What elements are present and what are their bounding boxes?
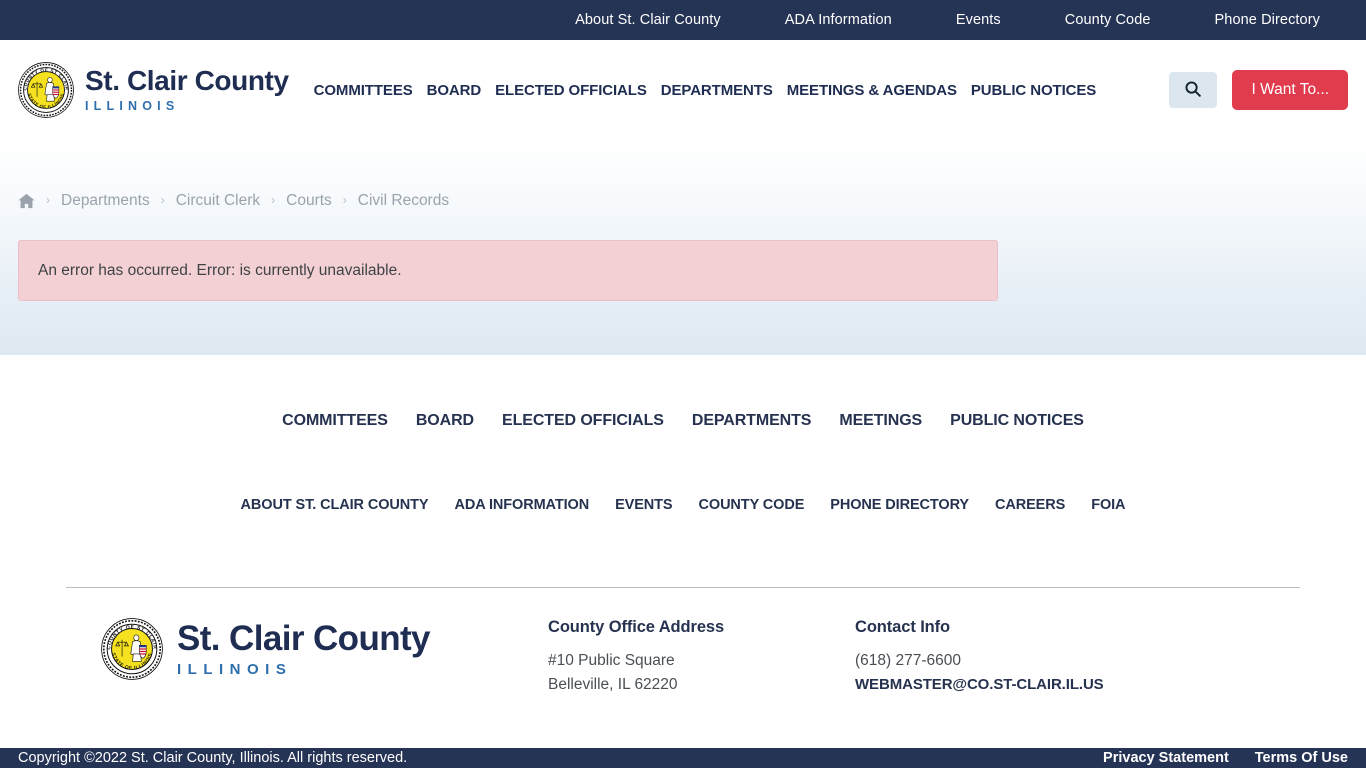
search-icon bbox=[1184, 80, 1202, 101]
footer-nav-departments[interactable]: DEPARTMENTS bbox=[678, 412, 826, 430]
footer-nav-ada[interactable]: ADA INFORMATION bbox=[441, 497, 602, 513]
main-navigation: COMMITTEES BOARD ELECTED OFFICIALS DEPAR… bbox=[307, 82, 1170, 99]
footer-contact-column: Contact Info (618) 277-6600 WEBMASTER@CO… bbox=[855, 618, 1162, 696]
error-alert-message: An error has occurred. Error: is current… bbox=[38, 261, 402, 279]
brand-wordmark: St. Clair County ILLINOIS bbox=[85, 67, 289, 112]
footer-nav-foia[interactable]: FOIA bbox=[1078, 497, 1138, 513]
nav-committees[interactable]: COMMITTEES bbox=[307, 82, 420, 99]
footer-brand-wordmark: St. Clair County ILLINOIS bbox=[177, 619, 431, 678]
i-want-to-button[interactable]: I Want To... bbox=[1232, 70, 1348, 110]
county-seal-icon: COUNTY OF ST CLAIR STATE OF ILLINOIS bbox=[18, 62, 74, 118]
privacy-statement-link[interactable]: Privacy Statement bbox=[1077, 750, 1229, 766]
breadcrumb-separator: › bbox=[46, 193, 50, 207]
footer-navigation: COMMITTEES BOARD ELECTED OFFICIALS DEPAR… bbox=[0, 355, 1366, 588]
breadcrumb: › Departments › Circuit Clerk › Courts ›… bbox=[18, 140, 1348, 210]
footer-nav-elected-officials[interactable]: ELECTED OFFICIALS bbox=[488, 412, 678, 430]
nav-elected-officials[interactable]: ELECTED OFFICIALS bbox=[488, 82, 654, 99]
footer-nav-secondary: ABOUT ST. CLAIR COUNTY ADA INFORMATION E… bbox=[0, 497, 1366, 513]
breadcrumb-circuit-clerk[interactable]: Circuit Clerk bbox=[176, 192, 260, 210]
county-seal-icon: COUNTY OF ST CLAIR STATE OF ILLINOIS bbox=[101, 618, 163, 680]
footer-nav-about[interactable]: ABOUT ST. CLAIR COUNTY bbox=[228, 497, 442, 513]
breadcrumb-separator: › bbox=[271, 193, 276, 207]
footer-nav-events[interactable]: EVENTS bbox=[602, 497, 685, 513]
footer-nav-public-notices[interactable]: PUBLIC NOTICES bbox=[936, 412, 1098, 430]
nav-public-notices[interactable]: PUBLIC NOTICES bbox=[964, 82, 1103, 99]
footer-phone-link[interactable]: (618) 277-6600 bbox=[855, 649, 1162, 673]
brand-subtitle: ILLINOIS bbox=[85, 99, 180, 114]
footer-nav-primary: COMMITTEES BOARD ELECTED OFFICIALS DEPAR… bbox=[0, 412, 1366, 430]
breadcrumb-separator: › bbox=[342, 193, 347, 207]
footer-brand-name: St. Clair County bbox=[177, 619, 431, 659]
topbar-link-events[interactable]: Events bbox=[924, 12, 1033, 28]
search-button[interactable] bbox=[1169, 72, 1218, 108]
topbar-link-county-code[interactable]: County Code bbox=[1033, 12, 1183, 28]
topbar-link-about[interactable]: About St. Clair County bbox=[543, 12, 753, 28]
nav-board[interactable]: BOARD bbox=[420, 82, 489, 99]
bottom-bar-links: Privacy Statement Terms Of Use bbox=[1077, 750, 1348, 766]
top-utility-nav: About St. Clair County ADA Information E… bbox=[543, 12, 1320, 28]
top-utility-bar: About St. Clair County ADA Information E… bbox=[0, 0, 1366, 40]
footer-nav-meetings[interactable]: MEETINGS bbox=[825, 412, 936, 430]
copyright-text: Copyright ©2022 St. Clair County, Illino… bbox=[18, 750, 408, 766]
footer-nav-board[interactable]: BOARD bbox=[402, 412, 488, 430]
footer-address-line2: Belleville, IL 62220 bbox=[548, 676, 678, 694]
breadcrumb-departments[interactable]: Departments bbox=[61, 192, 150, 210]
site-logo-link[interactable]: COUNTY OF ST CLAIR STATE OF ILLINOIS St.… bbox=[18, 62, 289, 118]
breadcrumb-separator: › bbox=[160, 193, 165, 207]
footer-address-line1: #10 Public Square bbox=[548, 652, 675, 669]
home-icon[interactable] bbox=[18, 193, 35, 209]
footer-logo-link[interactable]: COUNTY OF ST CLAIR STATE OF ILLINOIS St.… bbox=[36, 618, 548, 680]
footer-nav-county-code[interactable]: COUNTY CODE bbox=[686, 497, 818, 513]
brand-name: St. Clair County bbox=[85, 65, 289, 97]
content-band: › Departments › Circuit Clerk › Courts ›… bbox=[0, 140, 1366, 355]
site-header: COUNTY OF ST CLAIR STATE OF ILLINOIS St.… bbox=[0, 40, 1366, 140]
breadcrumb-courts[interactable]: Courts bbox=[286, 192, 332, 210]
topbar-link-phone-directory[interactable]: Phone Directory bbox=[1183, 12, 1320, 28]
footer-nav-careers[interactable]: CAREERS bbox=[982, 497, 1078, 513]
footer-email-link[interactable]: WEBMASTER@CO.ST-CLAIR.IL.US bbox=[855, 673, 1162, 696]
nav-meetings-agendas[interactable]: MEETINGS & AGENDAS bbox=[780, 82, 964, 99]
footer-address-column: County Office Address #10 Public Square … bbox=[548, 618, 855, 697]
terms-of-use-link[interactable]: Terms Of Use bbox=[1229, 750, 1348, 766]
error-alert: An error has occurred. Error: is current… bbox=[18, 240, 998, 301]
footer-nav-phone-directory[interactable]: PHONE DIRECTORY bbox=[817, 497, 982, 513]
topbar-link-ada[interactable]: ADA Information bbox=[753, 12, 924, 28]
header-actions: I Want To... bbox=[1169, 70, 1348, 110]
footer-brand-subtitle: ILLINOIS bbox=[177, 660, 293, 678]
footer-nav-committees[interactable]: COMMITTEES bbox=[268, 412, 402, 430]
breadcrumb-civil-records: Civil Records bbox=[357, 192, 450, 209]
nav-departments[interactable]: DEPARTMENTS bbox=[654, 82, 780, 99]
bottom-bar: Copyright ©2022 St. Clair County, Illino… bbox=[0, 748, 1366, 768]
footer-contact-heading: Contact Info bbox=[855, 618, 951, 636]
footer-address-heading: County Office Address bbox=[548, 618, 725, 636]
footer-info: COUNTY OF ST CLAIR STATE OF ILLINOIS St.… bbox=[18, 588, 1348, 697]
